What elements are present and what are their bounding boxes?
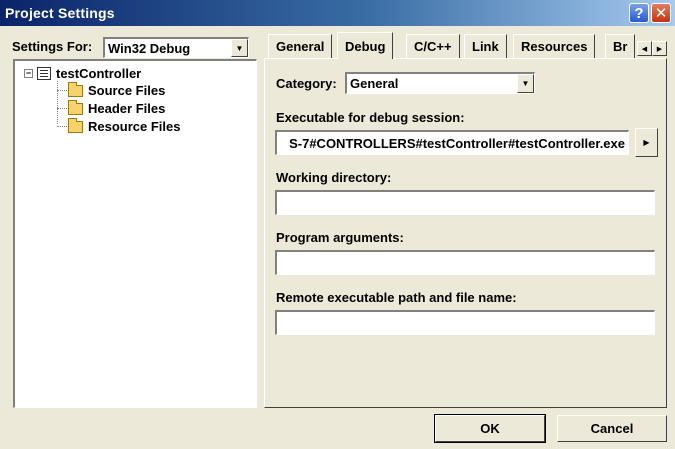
- settings-for-value: Win32 Debug: [108, 41, 191, 56]
- remote-path-field[interactable]: [275, 310, 655, 335]
- folder-icon: [68, 117, 83, 133]
- working-dir-field[interactable]: [275, 190, 655, 215]
- browse-arrow-button[interactable]: ▶: [635, 128, 658, 157]
- working-dir-label: Working directory:: [276, 170, 392, 185]
- category-value: General: [350, 76, 399, 91]
- executable-value: S-7#CONTROLLERS#testController#testContr…: [289, 136, 625, 151]
- title-bar: Project Settings ? ✕: [0, 0, 675, 26]
- category-select[interactable]: General ▼: [345, 72, 535, 94]
- program-args-label: Program arguments:: [276, 230, 404, 245]
- category-label: Category:: [276, 76, 337, 91]
- tree-line: [57, 108, 67, 109]
- tab-cpp[interactable]: C/C++: [406, 34, 460, 58]
- tree-item-label: Source Files: [88, 83, 166, 98]
- chevron-down-icon[interactable]: ▼: [517, 74, 534, 93]
- tree-line: [57, 126, 67, 127]
- chevron-right-icon[interactable]: ▶: [652, 41, 667, 56]
- collapse-icon[interactable]: −: [24, 69, 33, 78]
- executable-label: Executable for debug session:: [276, 110, 465, 125]
- tree-line: [57, 81, 58, 124]
- remote-path-label: Remote executable path and file name:: [276, 290, 517, 305]
- program-args-field[interactable]: [275, 250, 655, 275]
- cancel-button[interactable]: Cancel: [557, 415, 667, 442]
- folder-icon: [68, 99, 83, 115]
- help-button[interactable]: ?: [629, 3, 649, 23]
- tab-link[interactable]: Link: [464, 34, 507, 58]
- tree-item-resource-files[interactable]: Resource Files: [68, 117, 181, 134]
- tab-browse[interactable]: Br: [605, 34, 636, 58]
- settings-for-label: Settings For:: [12, 39, 93, 54]
- tree-item-source-files[interactable]: Source Files: [68, 81, 166, 98]
- tree-item-header-files[interactable]: Header Files: [68, 99, 166, 116]
- tab-resources[interactable]: Resources: [513, 34, 596, 58]
- tab-scroll: ◀ ▶: [637, 41, 667, 56]
- close-icon: ✕: [654, 5, 668, 22]
- help-icon: ?: [634, 4, 644, 22]
- tree-item-label: Header Files: [88, 101, 166, 116]
- close-button[interactable]: ✕: [651, 3, 671, 23]
- folder-icon: [68, 81, 83, 97]
- project-tree[interactable]: − testController Source Files Header Fil…: [13, 59, 257, 408]
- tree-item-label: Resource Files: [88, 119, 181, 134]
- tab-debug[interactable]: Debug: [337, 32, 394, 59]
- tab-general[interactable]: General: [268, 34, 333, 58]
- chevron-left-icon[interactable]: ◀: [637, 41, 652, 56]
- window-title: Project Settings: [5, 5, 115, 21]
- executable-field[interactable]: S-7#CONTROLLERS#testController#testContr…: [275, 130, 629, 155]
- tree-line: [57, 90, 67, 91]
- project-icon: [37, 67, 51, 80]
- tree-item-label: testController: [56, 66, 142, 81]
- chevron-down-icon[interactable]: ▼: [231, 39, 248, 57]
- settings-for-select[interactable]: Win32 Debug ▼: [103, 37, 249, 58]
- chevron-right-icon: ▶: [643, 138, 650, 147]
- tree-item-project[interactable]: − testController: [24, 66, 141, 81]
- ok-button[interactable]: OK: [434, 414, 546, 443]
